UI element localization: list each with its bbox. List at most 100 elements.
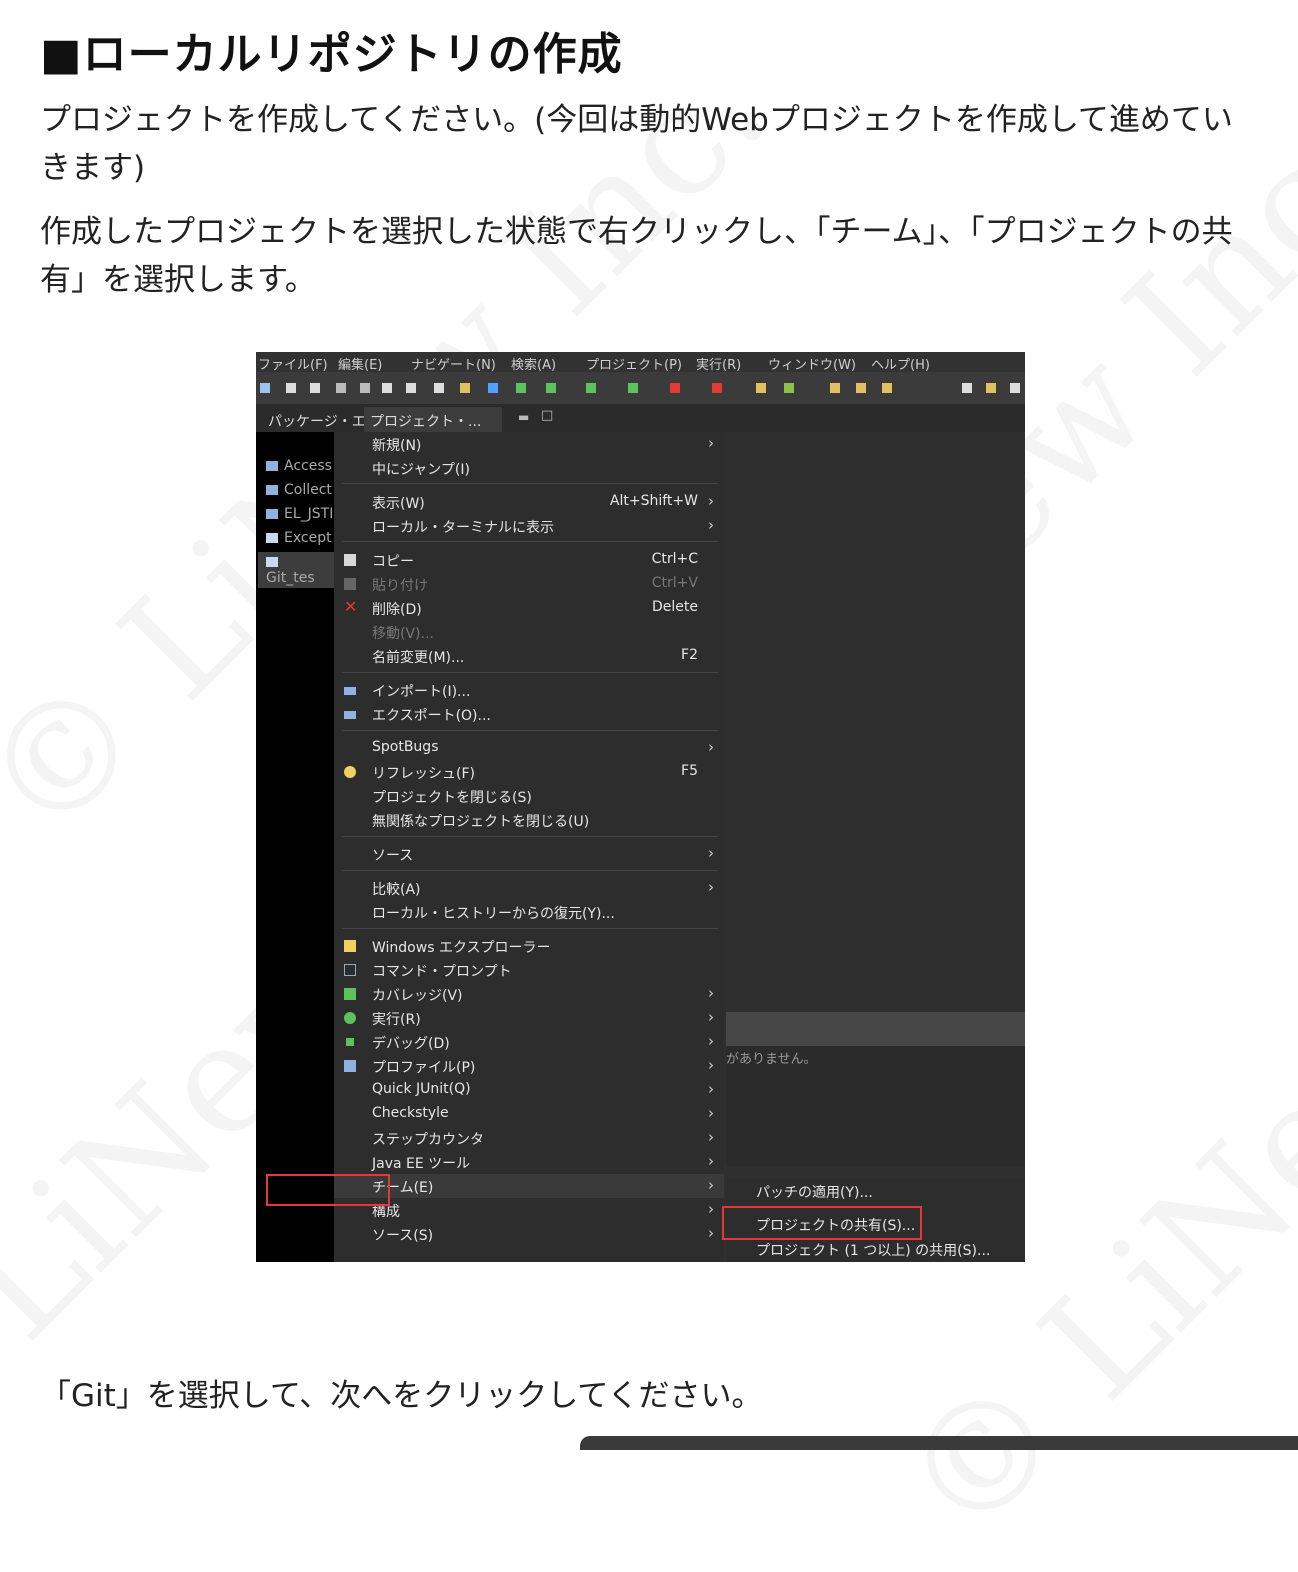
toolbar-icon[interactable]: [756, 383, 766, 393]
menu-item-team[interactable]: チーム(E) ›: [334, 1174, 724, 1198]
toolbar-icon[interactable]: [546, 383, 556, 393]
menu-file[interactable]: ファイル(F): [258, 354, 328, 373]
toolbar-icon[interactable]: [336, 383, 346, 393]
minimize-icon[interactable]: ▬: [518, 410, 529, 424]
menu-item-compare[interactable]: 比較(A) ›: [334, 876, 724, 900]
menu-item-refresh[interactable]: リフレッシュ(F) F5: [334, 760, 724, 784]
menu-edit[interactable]: 編集(E): [338, 354, 382, 373]
menu-item-java-ee-tools[interactable]: Java EE ツール ›: [334, 1150, 724, 1174]
menu-separator: [342, 483, 718, 484]
toolbar-icon[interactable]: [712, 383, 722, 393]
menu-item-coverage[interactable]: カバレッジ(V) ›: [334, 982, 724, 1006]
toolbar-icon[interactable]: [962, 383, 972, 393]
tree-item[interactable]: EL_JSTI: [266, 506, 333, 522]
web-project-icon: [266, 533, 278, 543]
menu-item-move[interactable]: 移動(V)...: [334, 620, 724, 644]
toolbar-icon[interactable]: [784, 383, 794, 393]
toolbar-icon[interactable]: [382, 383, 392, 393]
page-title: ■ローカルリポジトリの作成: [40, 29, 623, 80]
toolbar-icon[interactable]: [986, 383, 996, 393]
menu-search[interactable]: 検索(A): [511, 354, 556, 373]
tree-item[interactable]: Collect: [266, 482, 332, 498]
run-icon: [344, 1012, 356, 1024]
toolbar-icon[interactable]: [310, 383, 320, 393]
next-screenshot-edge: [580, 1436, 1298, 1450]
chevron-right-icon: ›: [708, 738, 714, 756]
toolbar-icon[interactable]: [516, 383, 526, 393]
tab-project-explorer-label: プロジェクト・...: [370, 414, 482, 430]
toolbar-icon[interactable]: [670, 383, 680, 393]
chevron-right-icon: ›: [708, 1104, 714, 1122]
menu-help[interactable]: ヘルプ(H): [871, 354, 930, 373]
menu-item-spotbugs[interactable]: SpotBugs ›: [334, 736, 724, 760]
paste-icon: [344, 578, 356, 590]
toolbar-icon[interactable]: [488, 383, 498, 393]
menu-item-source-s[interactable]: ソース(S) ›: [334, 1222, 724, 1246]
bottom-view-header: [726, 1012, 1025, 1046]
menu-item-restore-history[interactable]: ローカル・ヒストリーからの復元(Y)...: [334, 900, 724, 924]
paragraph-2: 作成したプロジェクトを選択した状態で右クリックし、「チーム」、「プロジェクトの共…: [40, 214, 1233, 298]
tree-item-selected[interactable]: Git_tes: [258, 552, 334, 588]
menu-item-quick-junit[interactable]: Quick JUnit(Q) ›: [334, 1078, 724, 1102]
menu-item-profile[interactable]: プロファイル(P) ›: [334, 1054, 724, 1078]
toolbar-icon[interactable]: [434, 383, 444, 393]
menu-item-windows-explorer[interactable]: Windows エクスプローラー: [334, 934, 724, 958]
toolbar-icon[interactable]: [882, 383, 892, 393]
toolbar-icon[interactable]: [586, 383, 596, 393]
chevron-right-icon: ›: [708, 1200, 714, 1218]
empty-message: がありません。: [726, 1052, 817, 1067]
import-icon: [344, 687, 356, 695]
paragraph-3: 「Git」を選択して、次へをクリックしてください。: [40, 1378, 763, 1414]
tree-item[interactable]: Except: [266, 530, 332, 546]
toolbar-icon[interactable]: [856, 383, 866, 393]
toolbar-icon[interactable]: [286, 383, 296, 393]
menu-item-import[interactable]: インポート(I)...: [334, 678, 724, 702]
view-tabs: パッケージ・エ... プロジェクト・... × ▬ □: [256, 404, 1025, 447]
maximize-icon[interactable]: □: [541, 408, 553, 423]
menu-item-delete[interactable]: ✕ 削除(D) Delete: [334, 596, 724, 620]
web-project-icon: [266, 557, 278, 567]
highlight-share-project: [722, 1206, 922, 1240]
menu-item-command-prompt[interactable]: コマンド・プロンプト: [334, 958, 724, 982]
menu-item-close-project[interactable]: プロジェクトを閉じる(S): [334, 784, 724, 808]
toolbar-icon[interactable]: [830, 383, 840, 393]
toolbar-icon[interactable]: [1010, 383, 1020, 393]
menu-item-copy[interactable]: コピー Ctrl+C: [334, 548, 724, 572]
menu-item-paste[interactable]: 貼り付け Ctrl+V: [334, 572, 724, 596]
debug-icon: [346, 1038, 354, 1046]
menu-item-source[interactable]: ソース ›: [334, 842, 724, 866]
toolbar-icon[interactable]: [360, 383, 370, 393]
menu-run[interactable]: 実行(R): [696, 354, 741, 373]
submenu-item-share-projects[interactable]: プロジェクト (1 つ以上) の共用(S)...: [756, 1240, 990, 1260]
toolbar-icon[interactable]: [628, 383, 638, 393]
menu-item-go-into[interactable]: 中にジャンプ(I): [334, 456, 724, 480]
menu-separator: [342, 672, 718, 673]
menu-item-show-in[interactable]: 表示(W) Alt+Shift+W ›: [334, 490, 724, 514]
menu-navigate[interactable]: ナビゲート(N): [411, 354, 496, 373]
copy-icon: [344, 554, 356, 566]
tree-item[interactable]: Access: [266, 458, 332, 474]
menu-item-debug[interactable]: デバッグ(D) ›: [334, 1030, 724, 1054]
chevron-right-icon: ›: [708, 1152, 714, 1170]
tab-project-explorer[interactable]: プロジェクト・... ×: [364, 407, 502, 447]
menu-item-rename[interactable]: 名前変更(M)... F2: [334, 644, 724, 668]
menu-item-configure[interactable]: 構成 ›: [334, 1198, 724, 1222]
menu-item-close-unrelated[interactable]: 無関係なプロジェクトを閉じる(U): [334, 808, 724, 832]
menu-item-step-counter[interactable]: ステップカウンタ ›: [334, 1126, 724, 1150]
menu-project[interactable]: プロジェクト(P): [586, 354, 682, 373]
menu-item-checkstyle[interactable]: Checkstyle ›: [334, 1102, 724, 1126]
menu-item-run[interactable]: 実行(R) ›: [334, 1006, 724, 1030]
menu-item-new[interactable]: 新規(N) ›: [334, 432, 724, 456]
submenu-item-apply-patch[interactable]: パッチの適用(Y)...: [756, 1182, 873, 1202]
chevron-right-icon: ›: [708, 1056, 714, 1074]
eclipse-screenshot: ファイル(F) 編集(E) ナビゲート(N) 検索(A) プロジェクト(P) 実…: [256, 352, 1025, 1262]
menu-item-export[interactable]: エクスポート(O)...: [334, 702, 724, 726]
paragraph-1: プロジェクトを作成してください。(今回は動的Webプロジェクトを作成して進めてい…: [40, 102, 1233, 186]
menu-item-show-in-terminal[interactable]: ローカル・ターミナルに表示 ›: [334, 514, 724, 538]
toolbar-icon[interactable]: [460, 383, 470, 393]
menu-window[interactable]: ウィンドウ(W): [768, 354, 856, 373]
toolbar-icon[interactable]: [260, 383, 270, 393]
context-menu: 新規(N) › 中にジャンプ(I) 表示(W) Alt+Shift+W › ローカル・…: [334, 432, 724, 1262]
chevron-right-icon: ›: [708, 984, 714, 1002]
toolbar-icon[interactable]: [406, 383, 416, 393]
